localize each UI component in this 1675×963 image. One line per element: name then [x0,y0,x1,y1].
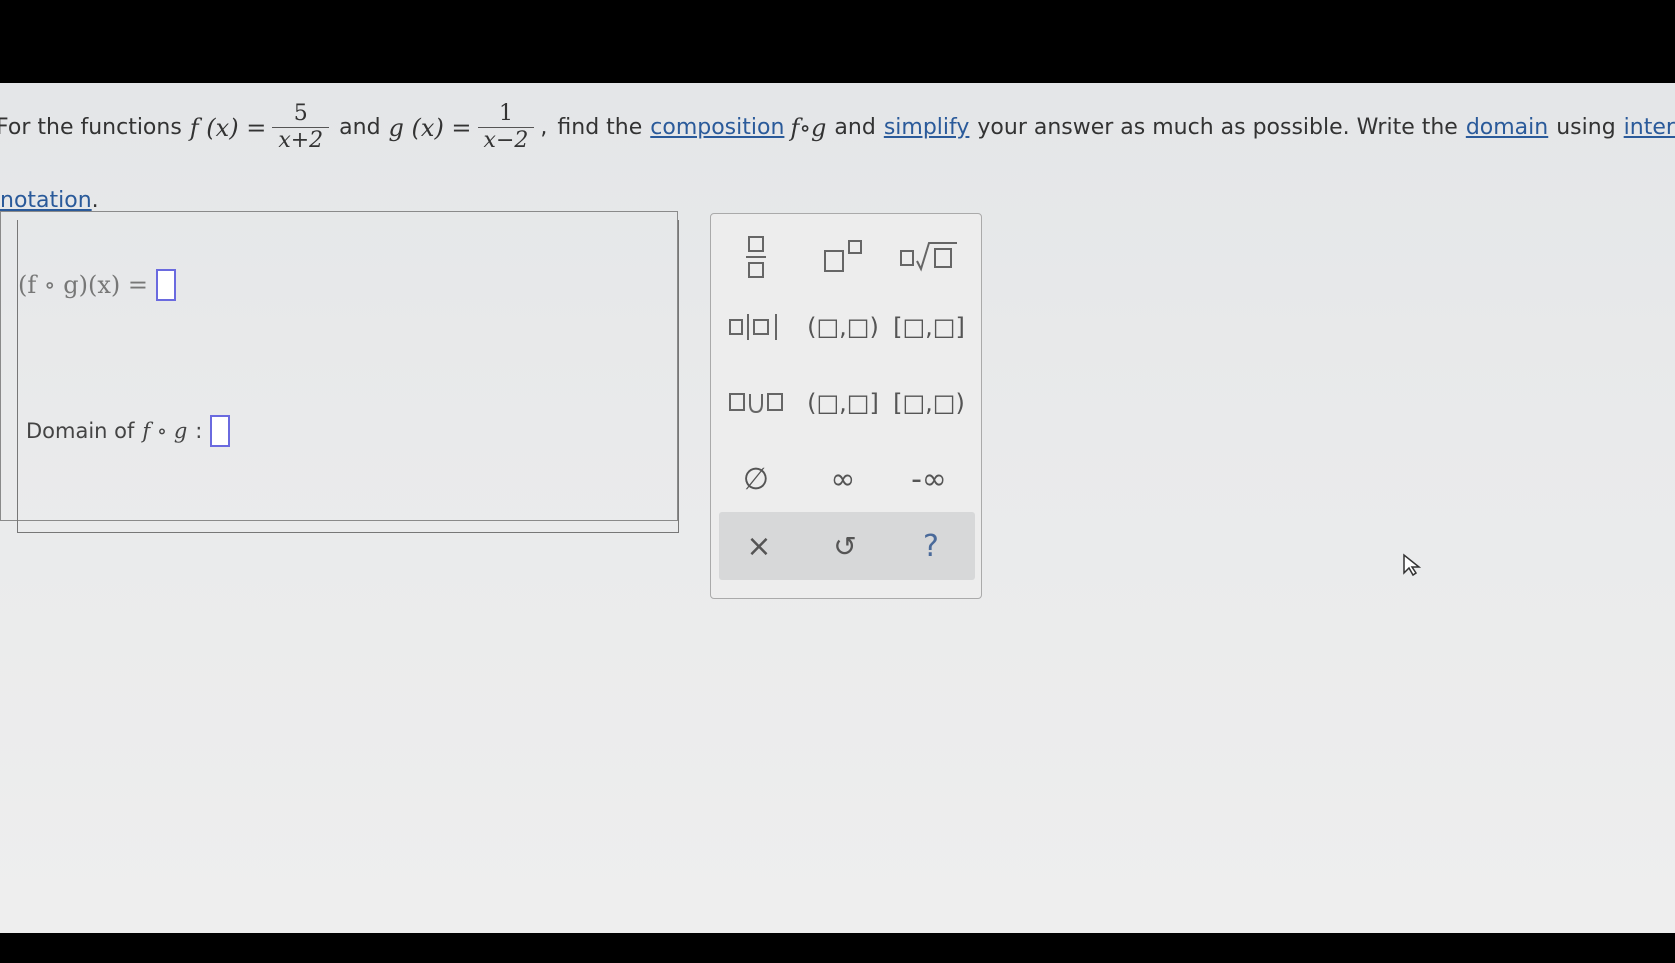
nth-root-button[interactable] [889,232,969,282]
and-text: and [339,114,381,140]
comma: , [540,114,548,140]
infinity-button[interactable]: ∞ [803,454,883,504]
find-the-text: find the [557,114,643,140]
open-interval-button[interactable]: (□,□) [803,302,883,352]
undo-button[interactable]: ↺ [805,521,885,571]
domain-answer-row: Domain of f ∘ g : [26,415,231,447]
problem-line-1: For the functions f (x) = 5 x+2 and g (x… [0,101,1675,154]
domain-colon: : [195,419,203,443]
domain-link[interactable]: domain [1466,113,1548,143]
fraction-icon [746,236,766,278]
empty-set-button[interactable]: ∅ [716,454,796,504]
left-open-interval-button[interactable]: (□,□] [803,378,883,428]
domain-label: Domain of [26,419,135,443]
domain-answer-input[interactable] [210,415,231,447]
mouse-pointer-icon [1403,553,1422,577]
negative-infinity-button[interactable]: -∞ [889,454,969,504]
g-numerator: 1 [498,101,513,126]
fraction-button[interactable] [716,232,796,282]
help-button[interactable]: ? [891,521,971,571]
palette-action-bar: × ↺ ? [719,512,975,580]
screen: For the functions f (x) = 5 x+2 and g (x… [0,83,1675,933]
g-label: g (x) = [388,113,472,142]
absolute-value-button[interactable] [716,302,796,352]
f-numerator: 5 [293,101,308,126]
f-denominator: x+2 [272,127,330,154]
fog-answer-row: (f ∘ g)(x) = [18,269,176,301]
domain-fog-symbol: f ∘ g [142,419,188,443]
absolute-value-icon [729,314,777,340]
closed-interval-button[interactable]: [□,□] [889,302,969,352]
union-button[interactable] [716,378,796,428]
rest-text: your answer as much as possible. Write t… [977,114,1458,140]
interval-link[interactable]: interv [1624,113,1675,143]
using-text: using [1556,114,1616,140]
composition-link[interactable]: composition [650,113,784,143]
exponent-button[interactable] [803,232,883,282]
f-label: f (x) = [189,113,267,142]
intro-text: For the functions [0,114,182,140]
math-palette: (□,□) [□,□] (□,□] [□,□) ∅ ∞ -∞ × ↺ ? [710,213,982,599]
period: . [91,188,99,213]
g-denominator: x−2 [477,127,535,154]
nth-root-icon [900,242,957,272]
notation-link[interactable]: notation [0,188,92,213]
answer-box [0,211,679,533]
right-open-interval-button[interactable]: [□,□) [889,378,969,428]
union-icon [729,393,783,414]
fog-answer-input[interactable] [156,269,176,301]
answer-inner-frame [17,220,679,533]
and-text-2: and [834,114,876,140]
exponent-icon [824,240,862,272]
fog-symbol: f∘g [790,113,827,142]
f-fraction: 5 x+2 [272,101,330,154]
clear-button[interactable]: × [719,521,799,571]
fog-label: (f ∘ g)(x) = [18,271,148,299]
simplify-link[interactable]: simplify [884,113,970,143]
g-fraction: 1 x−2 [477,101,535,154]
